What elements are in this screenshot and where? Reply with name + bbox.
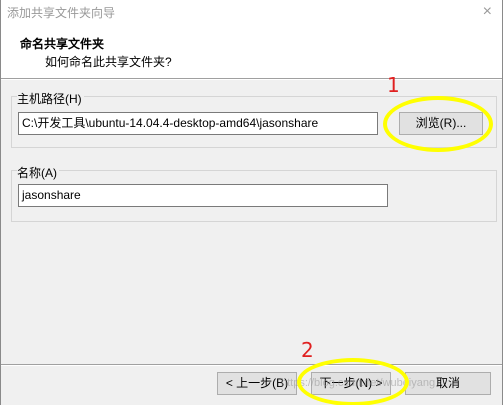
- page-title: 命名共享文件夹: [20, 37, 105, 51]
- wizard-body: 主机路径(H) C:\开发工具\ubuntu-14.04.4-desktop-a…: [1, 80, 502, 364]
- host-path-input[interactable]: C:\开发工具\ubuntu-14.04.4-desktop-amd64\jas…: [18, 112, 378, 135]
- wizard-footer: < 上一步(B) 下一步(N) > 取消: [1, 366, 502, 405]
- name-input[interactable]: jasonshare: [18, 184, 388, 207]
- back-button[interactable]: < 上一步(B): [217, 372, 297, 395]
- browse-button[interactable]: 浏览(R)...: [399, 112, 483, 135]
- host-path-label: 主机路径(H): [17, 90, 84, 107]
- page-subtitle: 如何命名此共享文件夹?: [45, 55, 172, 69]
- close-icon[interactable]: ×: [483, 3, 492, 21]
- cancel-button[interactable]: 取消: [405, 372, 491, 395]
- title-bar: 添加共享文件夹向导 ×: [1, 0, 502, 26]
- name-label: 名称(A): [17, 164, 59, 181]
- window-title: 添加共享文件夹向导: [7, 6, 116, 20]
- add-shared-folder-wizard: 添加共享文件夹向导 × 命名共享文件夹 如何命名此共享文件夹? 主机路径(H) …: [0, 0, 503, 405]
- next-button[interactable]: 下一步(N) >: [311, 372, 391, 395]
- wizard-header: 命名共享文件夹 如何命名此共享文件夹?: [1, 26, 502, 78]
